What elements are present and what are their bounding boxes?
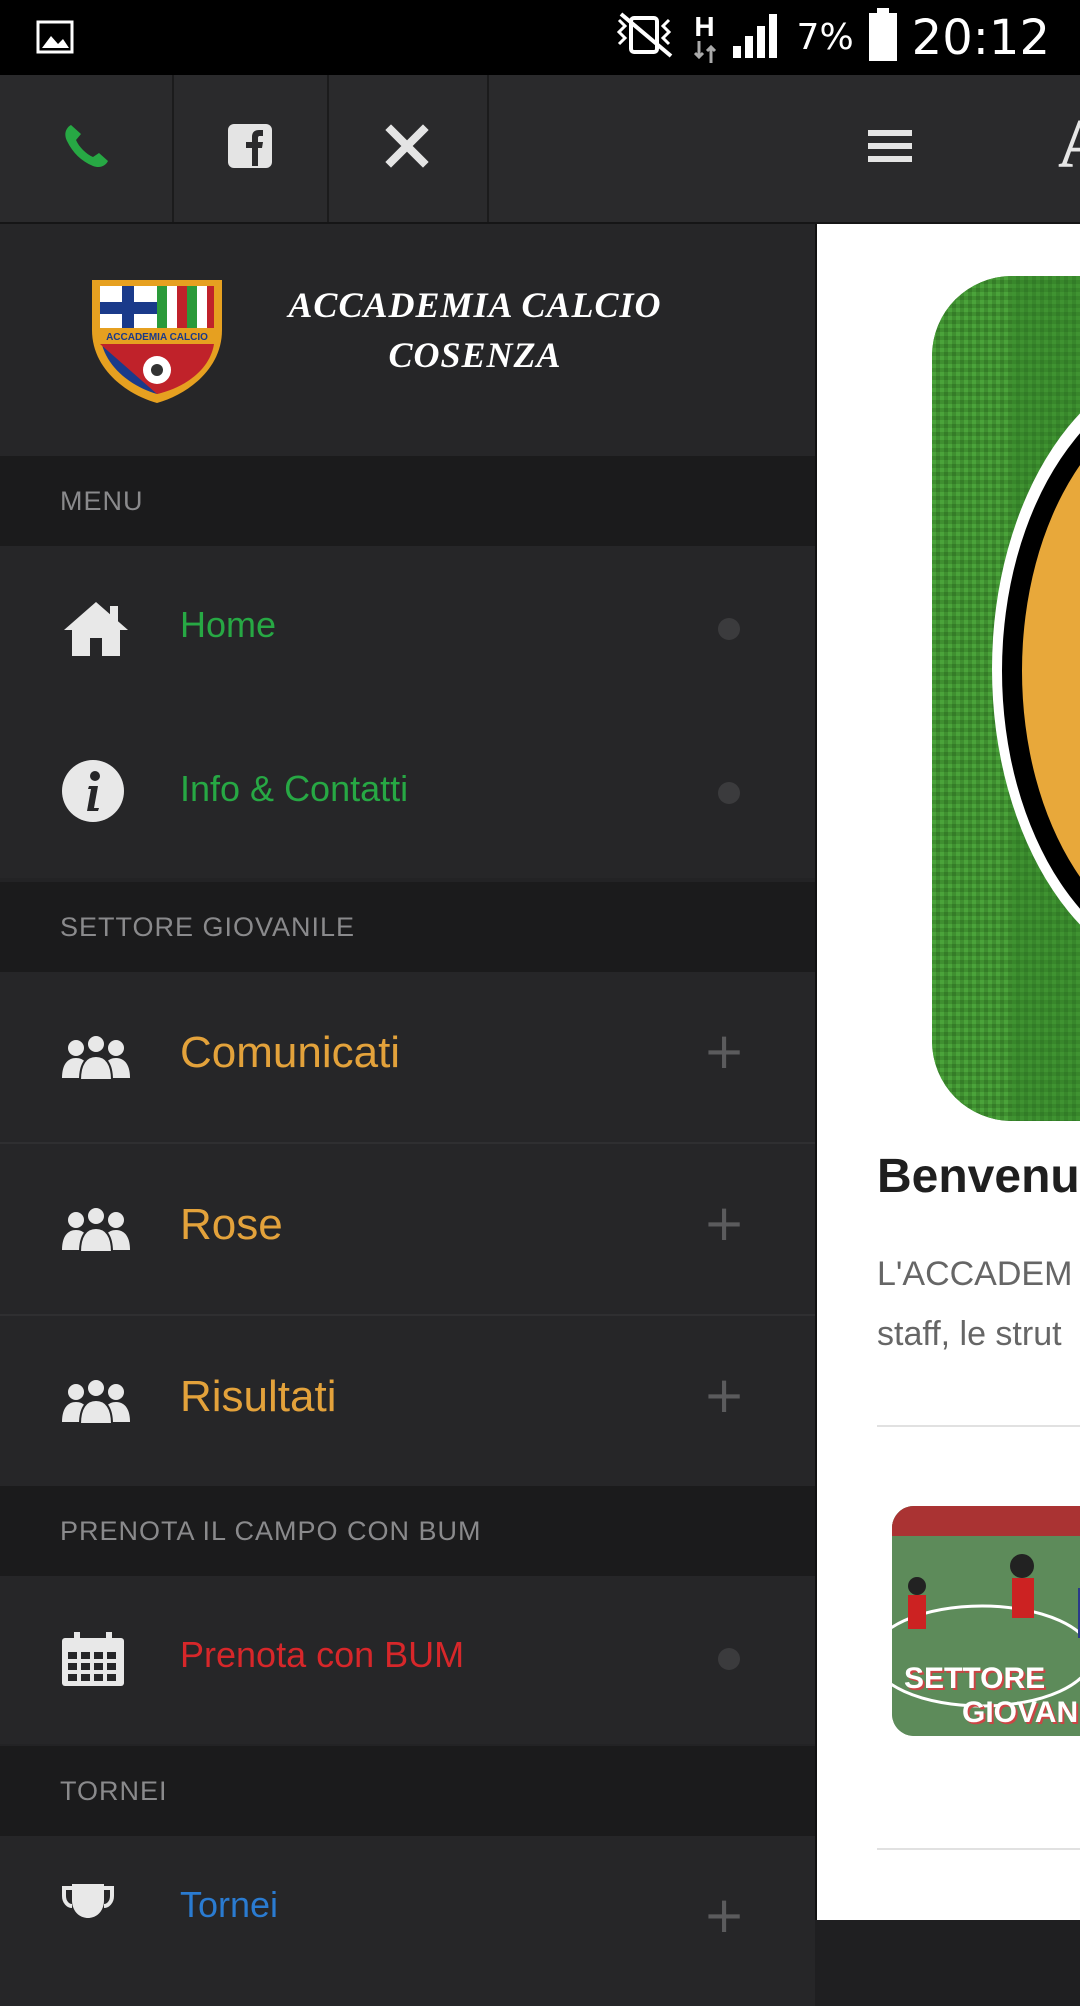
menu-item-dot [718,782,740,804]
app-title-partial: A [1058,105,1080,185]
close-button[interactable] [327,75,489,222]
group-icon [60,1034,132,1087]
thumbnail-caption-line2: GIOVANI [962,1696,1080,1729]
signal-icon [731,10,783,65]
vibrate-mute-icon [609,10,679,65]
menu-item-label: Prenota con BUM [180,1634,465,1675]
settore-giovanile-thumbnail[interactable]: SETTORE GIOVANI [892,1506,1080,1736]
section-label: PRENOTA IL CAMPO CON BUM [60,1516,482,1546]
section-label: TORNEI [60,1776,168,1806]
calendar-icon [60,1632,126,1693]
network-type-icon: H [693,10,717,63]
info-icon [60,758,126,829]
battery-icon [868,8,898,67]
menu-item-label: Comunicati [180,1028,401,1077]
phone-icon [59,119,113,178]
menu-item-label: Info & Contatti [180,768,409,809]
divider [877,1425,1080,1427]
club-crest-logo: ACCADEMIA CALCIO [86,270,228,410]
phone-button[interactable] [0,75,174,222]
club-name: ACCADEMIA CALCIO COSENZA [250,280,700,380]
logo-lettering: ACCADEMIA CALCIO [106,332,208,343]
trophy-icon [60,1880,116,1945]
menu-item-comunicati[interactable]: Comunicati + [0,972,815,1144]
hamburger-menu-button[interactable] [820,75,960,222]
menu-item-info-contatti[interactable]: Info & Contatti [0,710,815,878]
group-icon [60,1378,132,1431]
menu-item-label: Rose [180,1200,283,1249]
section-label: MENU [60,486,144,516]
expand-plus-icon[interactable]: + [703,1886,745,1944]
close-icon [385,124,429,173]
menu-item-label: Risultati [180,1372,337,1421]
gallery-notification-icon [36,20,74,59]
menu-item-rose[interactable]: Rose + [0,1144,815,1316]
house-icon [60,598,132,665]
section-header-menu: MENU [0,456,815,546]
menu-item-dot [718,618,740,640]
thumbnail-caption-line1: SETTORE [904,1662,1046,1695]
battery-percent: 7% [796,17,854,58]
section-header-settore-giovanile: SETTORE GIOVANILE [0,882,815,972]
menu-item-risultati[interactable]: Risultati + [0,1316,815,1486]
top-toolbar: A [0,75,1080,224]
section-label: SETTORE GIOVANILE [60,912,356,942]
drawer-brand-header[interactable]: ACCADEMIA CALCIO ACCADEMIA CALCIO COSENZ… [0,224,815,456]
hero-banner-image [932,276,1080,1121]
facebook-icon [226,122,274,175]
section-header-tornei: TORNEI [0,1746,815,1836]
section-header-prenota: PRENOTA IL CAMPO CON BUM [0,1486,815,1576]
menu-item-dot [718,1648,740,1670]
club-name-line1: ACCADEMIA CALCIO [288,285,662,325]
menu-item-prenota-bum[interactable]: Prenota con BUM [0,1576,815,1744]
expand-plus-icon[interactable]: + [703,1022,745,1080]
welcome-text: L'ACCADEM staff, le strut [877,1244,1072,1364]
facebook-button[interactable] [172,75,329,222]
group-icon [60,1206,132,1259]
status-bar: H 7% 20:12 [0,0,1080,75]
divider [877,1848,1080,1850]
navigation-drawer: ACCADEMIA CALCIO ACCADEMIA CALCIO COSENZ… [0,224,817,2006]
expand-plus-icon[interactable]: + [703,1366,745,1424]
welcome-text-line: L'ACCADEM [877,1255,1073,1293]
menu-item-tornei[interactable]: Tornei + [0,1836,815,2006]
network-type-label: H [694,10,715,42]
welcome-text-line: staff, le strut [877,1315,1062,1353]
welcome-title: Benvenut [877,1150,1080,1203]
clock: 20:12 [911,9,1050,66]
menu-item-label: Home [180,604,277,645]
club-name-line2: COSENZA [388,335,562,375]
menu-item-home[interactable]: Home [0,546,815,710]
hamburger-icon [868,128,912,169]
expand-plus-icon[interactable]: + [703,1194,745,1252]
main-content: Benvenut L'ACCADEM staff, le strut SETTO… [817,224,1080,1920]
